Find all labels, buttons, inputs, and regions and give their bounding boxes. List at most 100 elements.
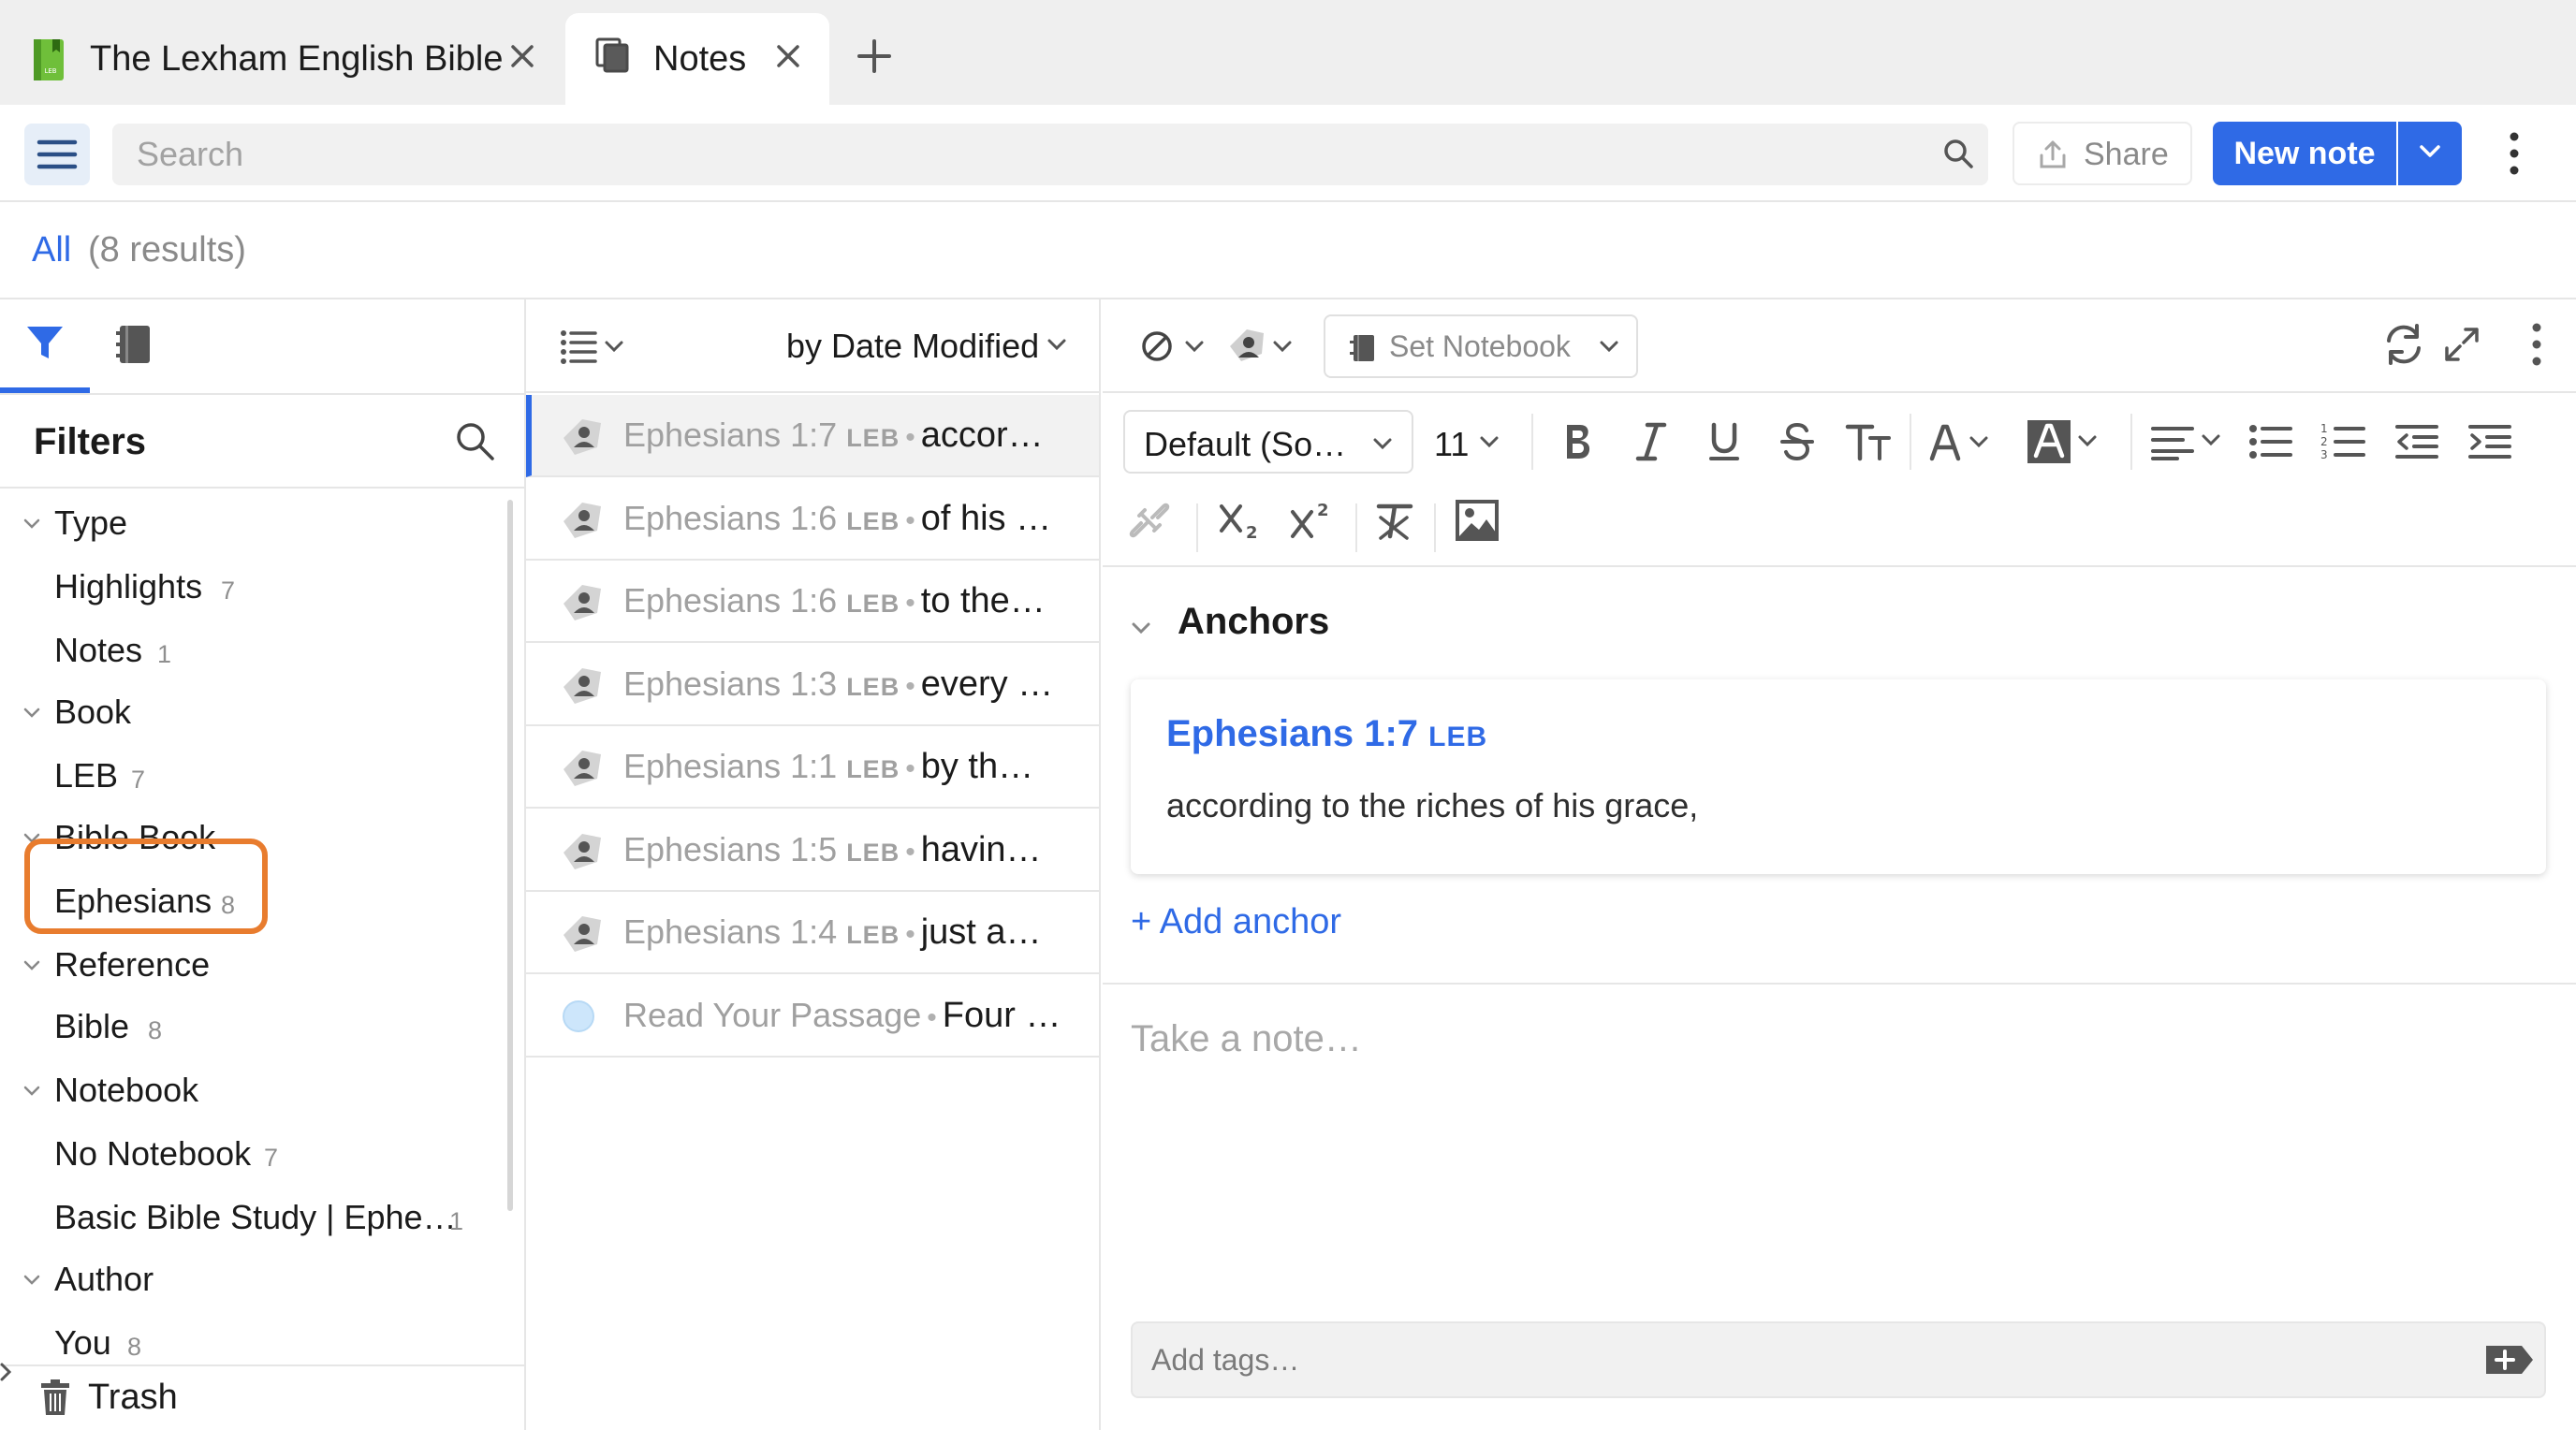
- share-button[interactable]: Share: [2012, 122, 2192, 185]
- scrollbar[interactable]: [507, 500, 513, 1211]
- new-note-dropdown[interactable]: [2398, 122, 2462, 185]
- more-options-icon[interactable]: [2497, 129, 2531, 178]
- add-tag-icon[interactable]: [2484, 1342, 2535, 1378]
- link-icon[interactable]: [1121, 492, 1178, 548]
- all-link[interactable]: All: [32, 230, 71, 270]
- chevron-right-icon[interactable]: [0, 1346, 15, 1398]
- list-item[interactable]: Ephesians 1:1 LEB • by th…: [526, 726, 1099, 809]
- italic-icon[interactable]: [1623, 414, 1679, 470]
- tab-lexham-bible[interactable]: LEB The Lexham English Bible: [0, 13, 562, 105]
- tags-input[interactable]: [1151, 1323, 2443, 1396]
- filter-group-reference[interactable]: Reference: [0, 938, 505, 994]
- search-input[interactable]: [137, 124, 1915, 185]
- filter-item-you[interactable]: You 8: [0, 1316, 505, 1372]
- chevron-down-icon: [21, 513, 43, 535]
- list-item[interactable]: Ephesians 1:7 LEB • accor…: [526, 395, 1099, 477]
- font-size-label: 11: [1434, 425, 1470, 463]
- list-item[interactable]: Ephesians 1:5 LEB • havin…: [526, 810, 1099, 892]
- list-item[interactable]: Ephesians 1:3 LEB • every …: [526, 644, 1099, 726]
- set-notebook-dropdown[interactable]: Set Notebook: [1324, 314, 1638, 378]
- highlight-color-icon[interactable]: [2026, 414, 2110, 470]
- author-dropdown[interactable]: [1226, 324, 1301, 369]
- menu-icon[interactable]: [24, 124, 90, 185]
- tab-notebooks[interactable]: [90, 299, 180, 393]
- search-icon[interactable]: [453, 419, 496, 462]
- superscript-icon[interactable]: 2: [1284, 492, 1340, 548]
- anchor-reference-link[interactable]: Ephesians 1:7 LEB: [1166, 713, 1487, 755]
- list-header: by Date Modified: [526, 299, 1099, 393]
- underline-icon[interactable]: [1696, 414, 1752, 470]
- numbered-list-icon[interactable]: 123: [2316, 414, 2372, 470]
- anchor-reference: Ephesians 1:7: [1166, 713, 1419, 754]
- new-tab-icon[interactable]: [856, 37, 893, 75]
- filters-title: Filters: [34, 421, 147, 462]
- chevron-down-icon: [21, 1080, 43, 1102]
- filter-item-label: Bible: [54, 1007, 130, 1045]
- list-view-icon[interactable]: [556, 324, 631, 369]
- image-icon[interactable]: [1449, 492, 1505, 548]
- font-size-dropdown[interactable]: 11: [1421, 410, 1515, 474]
- filter-item-notes[interactable]: Notes 1: [0, 623, 505, 679]
- note-body-placeholder[interactable]: Take a note…: [1131, 1018, 1362, 1060]
- filter-item-basic-bible-study[interactable]: Basic Bible Study | Ephe… 1: [0, 1190, 505, 1247]
- filter-item-no-notebook[interactable]: No Notebook 7: [0, 1127, 505, 1183]
- tags-bar: [1131, 1321, 2546, 1398]
- search-icon[interactable]: [1941, 137, 1975, 175]
- chevron-down-icon: [2417, 142, 2443, 166]
- strikethrough-icon[interactable]: [1769, 414, 1825, 470]
- chevron-down-icon[interactable]: [1129, 616, 1153, 640]
- text-size-icon[interactable]: [1840, 414, 1896, 470]
- expand-icon[interactable]: [2443, 326, 2481, 363]
- filter-group-book[interactable]: Book: [0, 685, 505, 741]
- align-icon[interactable]: [2149, 414, 2232, 470]
- notes-list-panel: by Date Modified Ephesians 1:7 LEB • accor…: [526, 299, 1101, 1430]
- separator-dot: •: [905, 422, 915, 453]
- toolbar-divider: [2130, 414, 2132, 470]
- toolbar: Share New note: [0, 105, 2576, 202]
- list-item-reference: Ephesians 1:3 LEB • every …: [623, 664, 1053, 705]
- sync-icon[interactable]: [2379, 320, 2428, 369]
- new-note-button[interactable]: New note: [2213, 122, 2396, 185]
- filter-group-type[interactable]: Type: [0, 496, 505, 552]
- clear-formatting-icon[interactable]: [1367, 492, 1423, 548]
- highlight-icon: [560, 499, 603, 540]
- filter-group-author[interactable]: Author: [0, 1252, 505, 1308]
- tab-strip: LEB The Lexham English Bible Notes: [0, 0, 2576, 105]
- close-tab-icon[interactable]: [507, 41, 537, 71]
- filter-group-label: Notebook: [54, 1071, 199, 1109]
- sort-dropdown[interactable]: by Date Modified: [786, 324, 1069, 369]
- filter-item-bible[interactable]: Bible 8: [0, 1000, 505, 1056]
- list-item-preview: accor…: [920, 416, 1044, 455]
- filter-item-highlights[interactable]: Highlights 7: [0, 560, 505, 616]
- more-options-icon[interactable]: [2525, 320, 2548, 369]
- list-item[interactable]: Ephesians 1:6 LEB • of his …: [526, 478, 1099, 561]
- list-item[interactable]: Ephesians 1:6 LEB • to the…: [526, 561, 1099, 643]
- filter-item-ephesians[interactable]: Ephesians 8: [0, 874, 505, 930]
- results-bar: All (8 results): [0, 202, 2576, 299]
- outdent-icon[interactable]: [2389, 414, 2445, 470]
- trash-item[interactable]: Trash: [0, 1364, 524, 1430]
- list-item[interactable]: Ephesians 1:4 LEB • just a…: [526, 892, 1099, 974]
- filter-group-notebook[interactable]: Notebook: [0, 1063, 505, 1119]
- font-color-icon[interactable]: [1926, 414, 2001, 470]
- highlight-icon: [560, 664, 603, 706]
- filter-group-bible-book[interactable]: Bible Book: [0, 810, 505, 867]
- close-tab-icon[interactable]: [773, 41, 803, 71]
- tab-filters[interactable]: [0, 299, 90, 393]
- no-style-dropdown[interactable]: [1140, 324, 1215, 369]
- indent-icon[interactable]: [2462, 414, 2518, 470]
- svg-text:3: 3: [2320, 448, 2328, 461]
- list-item[interactable]: Read Your Passage • Four …: [526, 975, 1099, 1058]
- bold-icon[interactable]: [1550, 414, 1606, 470]
- list-item-reference: Read Your Passage • Four …: [623, 996, 1061, 1036]
- filter-item-count: 7: [131, 766, 146, 794]
- add-anchor-link[interactable]: + Add anchor: [1131, 902, 1341, 942]
- bullet-list-icon[interactable]: [2243, 414, 2299, 470]
- font-family-dropdown[interactable]: Default (So…: [1123, 410, 1413, 474]
- tab-notes[interactable]: Notes: [565, 13, 829, 105]
- filters-header: Filters: [0, 395, 524, 489]
- search-box: [112, 124, 1988, 185]
- subscript-icon[interactable]: 2: [1213, 492, 1269, 548]
- filter-group-label: Reference: [54, 945, 211, 984]
- filter-item-leb[interactable]: LEB 7: [0, 749, 505, 805]
